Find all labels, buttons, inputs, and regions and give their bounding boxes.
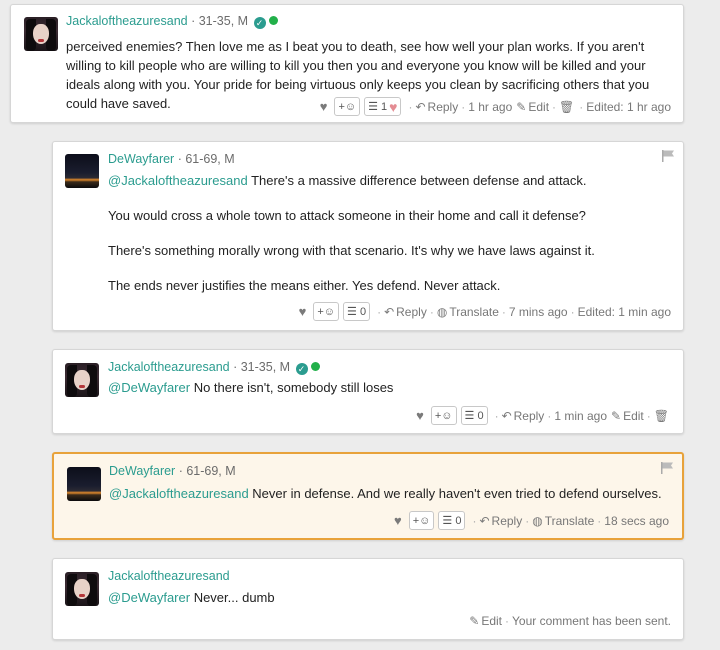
flag-icon[interactable] (660, 462, 674, 474)
comment-time: 7 mins ago (508, 304, 568, 319)
comment-meta: DeWayfarer · 61-69, M (108, 152, 235, 166)
pencil-icon: ✎ (516, 99, 527, 114)
body-text: Never in defense. And we really haven't … (252, 486, 662, 501)
body-text: Never... dumb (193, 590, 275, 605)
pencil-icon: ✎ (469, 614, 480, 628)
comment-body: @DeWayfarer No there isn't, somebody sti… (108, 378, 393, 397)
reaction-count: 0 (477, 409, 484, 422)
mention-link[interactable]: @DeWayfarer (108, 380, 190, 395)
add-reaction-button[interactable]: +☺ (408, 511, 435, 530)
edited-time: Edited: 1 min ago (577, 304, 671, 319)
comment-time: 1 min ago (554, 408, 608, 423)
add-reaction-button[interactable]: +☺ (313, 302, 340, 321)
edit-button[interactable]: Edit (528, 100, 549, 114)
reply-button[interactable]: Reply (428, 100, 459, 114)
body-text: No there isn't, somebody still loses (193, 380, 394, 395)
flag-icon[interactable] (661, 150, 675, 162)
username-link[interactable]: Jackaloftheazuresand (66, 14, 188, 28)
comment-meta: Jackaloftheazuresand · 31-35, M ✓ (66, 14, 278, 29)
comment-actions: ✎ Edit · Your comment has been sent. (469, 614, 671, 628)
user-avatar[interactable] (67, 467, 101, 501)
list-icon: ☰ (442, 515, 453, 527)
verified-icon: ✓ (253, 17, 266, 29)
comment-body: @DeWayfarer Never... dumb (108, 588, 275, 607)
edit-button[interactable]: Edit (623, 409, 644, 423)
username-link[interactable]: Jackaloftheazuresand (108, 360, 230, 374)
globe-icon: ◍ (436, 304, 448, 319)
comment-card-highlighted: DeWayfarer · 61-69, M @Jackaloftheazures… (52, 452, 684, 540)
reactions-list-button[interactable]: ☰ 0 (460, 406, 488, 425)
comment-card: Jackaloftheazuresand · 31-35, M ✓ @DeWay… (52, 349, 684, 434)
list-icon: ☰ (368, 101, 378, 113)
add-reaction-button[interactable]: +☺ (334, 97, 361, 116)
like-heart-icon[interactable]: ♥ (299, 304, 307, 319)
reply-button[interactable]: Reply (492, 514, 523, 528)
user-avatar[interactable] (24, 17, 58, 51)
edited-time: Edited: 1 hr ago (586, 99, 671, 114)
comment-actions: ♥ +☺ ☰ 0 · ↶ Reply · ◍ Translate · 18 secs ag… (394, 511, 669, 530)
comment-actions: ♥ +☺ ☰ 0 · ↶ Reply · 1 min ago ✎ Edit · 🗑 (416, 406, 669, 425)
body-text: There's a massive difference between def… (251, 173, 587, 188)
translate-button[interactable]: Translate (449, 305, 499, 319)
user-avatar[interactable] (65, 363, 99, 397)
comment-time: 1 hr ago (468, 99, 513, 114)
user-demographics: 61-69, M (185, 152, 235, 166)
comment-actions: ♥ +☺ ☰ 0 · ↶ Reply · ◍ Translate · 7 mins ago… (298, 302, 671, 321)
comment-body: @Jackaloftheazuresand There's a massive … (108, 171, 678, 295)
reactions-list-button[interactable]: ☰ 0 (438, 511, 466, 530)
reaction-count: 1 (381, 100, 388, 113)
comment-card: Jackaloftheazuresand @DeWayfarer Never..… (52, 558, 684, 640)
reply-icon: ↶ (415, 99, 426, 114)
body-paragraph: The ends never justifies the means eithe… (108, 278, 501, 293)
list-icon: ☰ (347, 306, 357, 318)
add-reaction-button[interactable]: +☺ (430, 406, 457, 425)
comment-card: DeWayfarer · 61-69, M @Jackaloftheazures… (52, 141, 684, 331)
reply-icon: ↶ (384, 304, 395, 319)
reply-icon: ↶ (479, 513, 490, 528)
user-avatar[interactable] (65, 572, 99, 606)
translate-button[interactable]: Translate (545, 514, 595, 528)
reactions-list-button[interactable]: ☰ 1 ♥ (364, 97, 402, 116)
sent-status: Your comment has been sent. (512, 614, 671, 628)
reply-button[interactable]: Reply (514, 409, 545, 423)
globe-icon: ◍ (532, 513, 543, 528)
comment-meta: DeWayfarer · 61-69, M (109, 464, 236, 478)
mention-link[interactable]: @Jackaloftheazuresand (109, 486, 249, 501)
edit-button[interactable]: Edit (481, 614, 502, 628)
username-link[interactable]: DeWayfarer (109, 464, 175, 478)
like-heart-icon[interactable]: ♥ (416, 408, 424, 423)
reply-button[interactable]: Reply (396, 305, 427, 319)
mention-link[interactable]: @DeWayfarer (108, 590, 190, 605)
trash-icon[interactable]: 🗑 (559, 100, 574, 114)
reaction-count: 0 (455, 514, 462, 527)
comment-actions: ♥ +☺ ☰ 1 ♥ · ↶ Reply · 1 hr ago ✎ Edit · 🗑 · Ed… (319, 97, 671, 116)
trash-icon[interactable]: 🗑 (654, 409, 669, 423)
comment-meta: Jackaloftheazuresand · 31-35, M ✓ (108, 360, 320, 375)
user-avatar[interactable] (65, 154, 99, 188)
pencil-icon: ✎ (611, 408, 622, 423)
comment-time: 18 secs ago (604, 513, 669, 528)
reaction-count: 0 (359, 305, 367, 318)
like-heart-icon[interactable]: ♥ (394, 513, 402, 528)
user-demographics: 31-35, M (198, 14, 249, 28)
comment-card: Jackaloftheazuresand · 31-35, M ✓ percei… (10, 4, 684, 123)
comment-meta: Jackaloftheazuresand (108, 569, 230, 583)
user-demographics: 61-69, M (186, 464, 236, 478)
username-link[interactable]: DeWayfarer (108, 152, 174, 166)
user-demographics: 31-35, M (240, 360, 291, 374)
list-icon: ☰ (464, 410, 475, 422)
reply-icon: ↶ (501, 408, 512, 423)
body-paragraph: You would cross a whole town to attack s… (108, 208, 586, 223)
verified-icon: ✓ (295, 363, 308, 375)
online-status-icon (268, 16, 278, 25)
reactions-list-button[interactable]: ☰ 0 (343, 302, 371, 321)
mention-link[interactable]: @Jackaloftheazuresand (108, 173, 248, 188)
like-heart-icon[interactable]: ♥ (320, 99, 328, 114)
comment-body: @Jackaloftheazuresand Never in defense. … (109, 484, 662, 503)
heart-reaction-icon: ♥ (389, 98, 398, 115)
online-status-icon (310, 362, 320, 371)
username-link[interactable]: Jackaloftheazuresand (108, 569, 230, 583)
body-paragraph: There's something morally wrong with tha… (108, 243, 595, 258)
